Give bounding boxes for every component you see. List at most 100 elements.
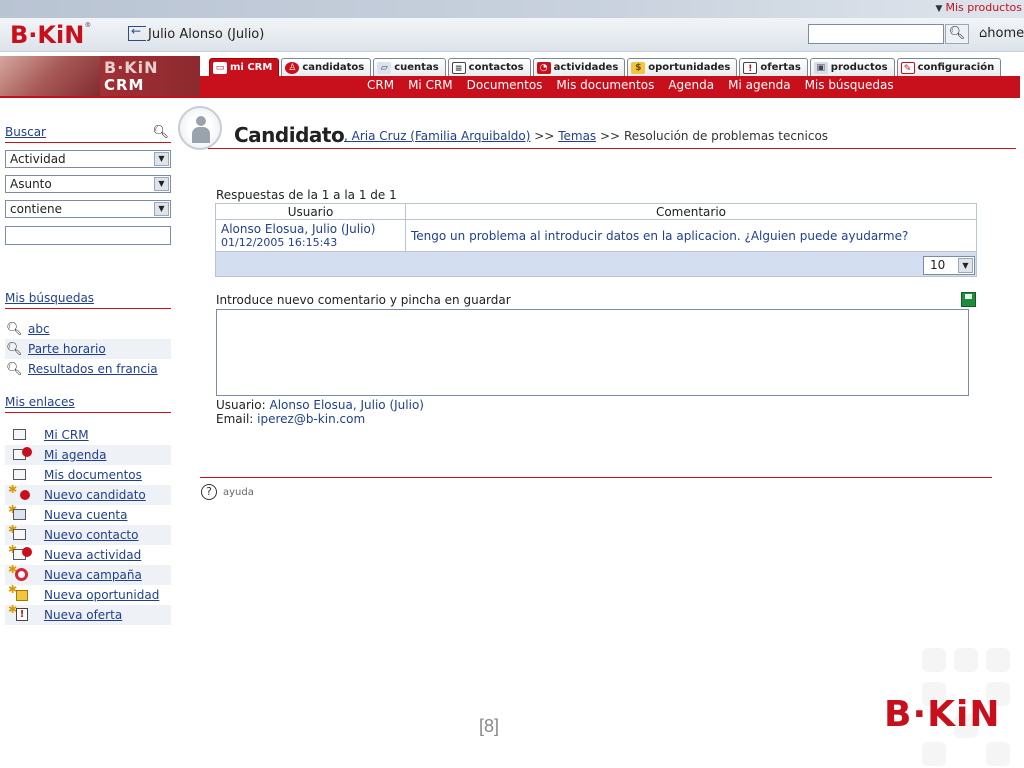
offer-icon: ! [743, 61, 758, 74]
tab-actividades[interactable]: ◔ actividades [532, 58, 626, 76]
pager-cell: 10 ▼ [215, 251, 977, 277]
search-button[interactable]: 🔍︎ [945, 24, 969, 44]
link-item-nuevo-contacto[interactable]: ✱ Nuevo contacto [5, 523, 171, 545]
config-icon: ✎ [900, 61, 915, 74]
tab-ofertas[interactable]: ! ofertas [739, 58, 808, 76]
tab-mi-crm[interactable]: ▭ mi CRM [209, 58, 280, 76]
user-box[interactable]: Julio Alonso (Julio) [128, 24, 265, 42]
page-size-value: 10 [930, 257, 946, 272]
link-label[interactable]: Mi agenda [44, 448, 106, 462]
logout-icon[interactable] [128, 24, 146, 41]
logo-text: B·KiN [10, 21, 85, 49]
candidate-avatar-icon [178, 106, 222, 150]
section-divider [5, 412, 171, 413]
saved-search-item[interactable]: 🔍︎ abc [5, 319, 171, 339]
link-item-nueva-actividad[interactable]: ✱ Nueva actividad [5, 543, 171, 565]
main-tabs: ▭ mi CRM ♙ candidatos ▱ cuentas ≡ contactos … [209, 58, 1002, 76]
link-label[interactable]: Nueva cuenta [44, 508, 127, 522]
table-footer-row: 10 ▼ [215, 251, 977, 277]
global-search-input[interactable] [808, 24, 944, 44]
my-products-menu[interactable]: ▼ Mis productos [936, 1, 1022, 14]
link-item-mi-agenda[interactable]: Mi agenda [5, 445, 171, 465]
filter-value-input[interactable] [5, 226, 171, 245]
magnifier-icon: 🔍︎ [6, 321, 23, 337]
saved-search-item[interactable]: 🔍︎ Parte horario [5, 339, 171, 359]
tab-label: productos [830, 62, 888, 73]
response-user: Alonso Elosua, Julio (Julio) [221, 222, 376, 236]
new-candidate-icon: ✱ [8, 483, 32, 503]
page-title: Candidato [234, 123, 345, 147]
page-number: [8] [479, 716, 500, 736]
logo[interactable]: B·KiN® [10, 21, 91, 49]
saved-search-label[interactable]: abc [28, 322, 50, 336]
link-label[interactable]: Nueva actividad [44, 548, 141, 562]
link-label[interactable]: Nueva oferta [44, 608, 122, 622]
tab-oportunidades[interactable]: $ oportunidades [627, 58, 738, 76]
user-info: Usuario: Alonso Elosua, Julio (Julio) Em… [216, 398, 424, 426]
filter-field-select[interactable]: Asunto ▼ [5, 175, 171, 193]
section-divider [5, 142, 171, 143]
saved-search-label[interactable]: Resultados en francia [28, 362, 158, 376]
filter-type-select[interactable]: Actividad ▼ [5, 150, 171, 168]
link-label[interactable]: Mi CRM [44, 428, 89, 442]
link-item-mis-documentos[interactable]: Mis documentos [5, 465, 171, 485]
comment-textarea[interactable] [216, 309, 969, 396]
search-section-title[interactable]: Buscar [5, 125, 46, 139]
user-value: Alonso Elosua, Julio (Julio) [269, 398, 424, 412]
link-item-nueva-cuenta[interactable]: ✱ Nueva cuenta [5, 503, 171, 525]
filter-operator-select[interactable]: contiene ▼ [5, 200, 171, 218]
link-item-nuevo-candidato[interactable]: ✱ Nuevo candidato [5, 483, 171, 505]
tab-productos[interactable]: ▣ productos [809, 58, 895, 76]
my-links-title[interactable]: Mis enlaces [5, 395, 75, 409]
breadcrumb-account-link[interactable]: , Aria Cruz (Familia Arquibaldo) [344, 129, 530, 143]
saved-searches-title[interactable]: Mis búsquedas [5, 291, 94, 305]
breadcrumb-topics-link[interactable]: Temas [558, 129, 596, 143]
tab-cuentas[interactable]: ▱ cuentas [373, 58, 446, 76]
saved-search-item[interactable]: 🔍︎ Resultados en francia [5, 359, 171, 379]
chevron-down-icon: ▼ [154, 202, 169, 216]
link-item-mi-crm[interactable]: Mi CRM [5, 425, 171, 445]
link-label[interactable]: Nueva campaña [44, 568, 142, 582]
link-label[interactable]: Nuevo contacto [44, 528, 138, 542]
subnav-documentos[interactable]: Documentos [467, 78, 543, 92]
select-value: Asunto [10, 177, 52, 191]
home-label: home [987, 26, 1024, 41]
chevron-down-icon: ▼ [154, 177, 169, 191]
search-icon[interactable]: 🔍︎ [152, 125, 169, 140]
help-link[interactable]: ? ayuda [201, 484, 254, 500]
subnav-mi-crm[interactable]: Mi CRM [408, 78, 453, 92]
tab-configuracion[interactable]: ✎ configuración [896, 58, 1002, 76]
monitor-icon [10, 427, 32, 443]
tab-label: contactos [468, 62, 524, 73]
link-label[interactable]: Nueva oportunidad [44, 588, 159, 602]
activity-icon: ◔ [536, 61, 551, 74]
home-link[interactable]: ⌂home [979, 26, 1024, 41]
tab-candidatos[interactable]: ♙ candidatos [281, 58, 372, 76]
save-icon[interactable] [961, 292, 976, 307]
my-products-label: Mis productos [945, 1, 1022, 14]
magnifier-icon: 🔍︎ [6, 361, 23, 377]
tab-label: candidatos [302, 62, 365, 73]
banner-brand: B·KiN [104, 58, 159, 77]
link-item-nueva-oportunidad[interactable]: ✱ Nueva oportunidad [5, 583, 171, 605]
tab-contactos[interactable]: ≡ contactos [447, 58, 531, 76]
email-label: Email: [216, 412, 254, 426]
subnav-mi-agenda[interactable]: Mi agenda [728, 78, 790, 92]
saved-search-label[interactable]: Parte horario [28, 342, 106, 356]
subnav-agenda[interactable]: Agenda [668, 78, 714, 92]
user-name: Julio Alonso (Julio) [148, 27, 265, 42]
link-label[interactable]: Mis documentos [44, 468, 142, 482]
link-item-nueva-oferta[interactable]: ✱! Nueva oferta [5, 603, 171, 625]
responses-count: Respuestas de la 1 a la 1 de 1 [216, 188, 397, 202]
new-campaign-icon: ✱ [8, 563, 32, 583]
page-size-select[interactable]: 10 ▼ [923, 255, 975, 275]
link-label[interactable]: Nuevo candidato [44, 488, 146, 502]
subnav-crm[interactable]: CRM [367, 78, 394, 92]
banner-image [0, 56, 100, 96]
column-header-user: Usuario [215, 203, 406, 220]
subnav-mis-busquedas[interactable]: Mis búsquedas [805, 78, 894, 92]
help-icon: ? [201, 484, 217, 500]
link-item-nueva-campana[interactable]: ✱ Nueva campaña [5, 563, 171, 585]
breadcrumb-separator: >> [600, 129, 621, 143]
subnav-mis-documentos[interactable]: Mis documentos [556, 78, 654, 92]
